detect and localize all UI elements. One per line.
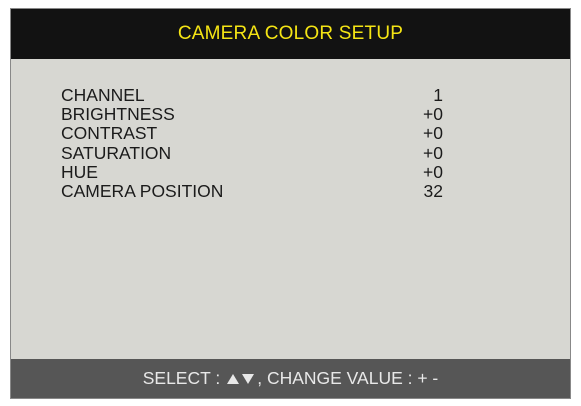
- menu-item-label: CONTRAST: [61, 123, 158, 144]
- select-hint-label: SELECT :: [142, 368, 221, 388]
- menu-item-hue[interactable]: HUE +0: [61, 161, 461, 182]
- menu-item-value: +0: [423, 123, 443, 144]
- change-value-hint-label: , CHANGE VALUE : + -: [257, 368, 439, 388]
- menu-item-value: 1: [433, 85, 443, 105]
- footer-help-bar: SELECT : , CHANGE VALUE : + -: [11, 359, 570, 398]
- menu-item-label: BRIGHTNESS: [61, 104, 175, 125]
- menu-item-value: +0: [423, 104, 443, 125]
- settings-menu: CHANNEL 1 BRIGHTNESS +0 CONTRAST +0 SATU…: [61, 85, 461, 201]
- camera-color-setup-panel: CAMERA COLOR SETUP CHANNEL 1 BRIGHTNESS …: [10, 8, 571, 399]
- menu-item-value: 32: [423, 180, 443, 201]
- navigation-arrows: [226, 373, 255, 385]
- menu-item-saturation[interactable]: SATURATION +0: [61, 142, 461, 163]
- up-triangle-icon: [227, 373, 240, 384]
- down-triangle-icon: [242, 373, 255, 384]
- menu-item-label: SATURATION: [61, 142, 172, 163]
- menu-item-camera-position[interactable]: CAMERA POSITION 32: [61, 180, 461, 201]
- menu-item-label: CHANNEL: [61, 85, 145, 105]
- menu-item-label: HUE: [61, 161, 98, 182]
- menu-item-contrast[interactable]: CONTRAST +0: [61, 124, 461, 143]
- menu-item-label: CAMERA POSITION: [61, 180, 224, 201]
- title-bar: CAMERA COLOR SETUP: [11, 9, 570, 59]
- page-title: CAMERA COLOR SETUP: [177, 23, 404, 44]
- menu-item-brightness[interactable]: BRIGHTNESS +0: [61, 104, 461, 125]
- menu-item-value: +0: [423, 142, 443, 163]
- menu-item-value: +0: [423, 161, 443, 182]
- menu-item-channel[interactable]: CHANNEL 1: [61, 85, 461, 105]
